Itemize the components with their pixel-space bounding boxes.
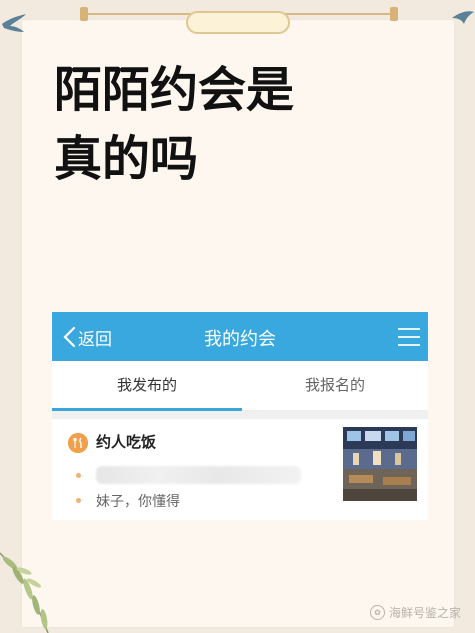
watermark-text: 海鲜号鉴之家 <box>388 606 461 620</box>
tab-registered[interactable]: 我报名的 <box>242 361 428 410</box>
divider <box>52 411 428 419</box>
watermark: ✿ 海鲜号鉴之家 <box>369 604 461 621</box>
rod-cap-left <box>80 7 88 21</box>
app-title: 我的约会 <box>204 329 276 350</box>
bullet <box>76 473 81 478</box>
rod-cap-right <box>390 7 398 21</box>
page: 陌陌约会是 真的吗 返回 我的约会 我发布的 我报名的 约人吃饭 妹子，你懂得 … <box>0 0 475 633</box>
tab-published[interactable]: 我发布的 <box>52 361 242 410</box>
item-description: 妹子，你懂得 <box>96 494 180 510</box>
page-title: 陌陌约会是 真的吗 <box>54 56 414 194</box>
blurred-text <box>96 466 301 484</box>
menu-icon[interactable] <box>398 328 420 346</box>
list-item[interactable]: 约人吃饭 妹子，你懂得 <box>52 419 428 513</box>
app-header: 返回 我的约会 <box>52 312 428 361</box>
watermark-icon: ✿ <box>369 605 385 620</box>
bullet <box>76 498 81 503</box>
app-screenshot: 返回 我的约会 我发布的 我报名的 约人吃饭 妹子，你懂得 <box>52 312 428 520</box>
title-line-1: 陌陌约会是 <box>54 62 295 118</box>
restaurant-photo <box>343 427 417 501</box>
title-line-2: 真的吗 <box>54 131 199 187</box>
swallow-icon <box>2 14 26 32</box>
item-title: 约人吃饭 <box>96 433 157 451</box>
scroll-ribbon <box>186 11 290 34</box>
willow-branch-icon <box>0 552 49 633</box>
swallow-icon <box>452 11 474 24</box>
fork-knife-icon <box>68 433 88 453</box>
tab-underline <box>52 408 242 411</box>
tab-bar: 我发布的 我报名的 <box>52 361 428 411</box>
